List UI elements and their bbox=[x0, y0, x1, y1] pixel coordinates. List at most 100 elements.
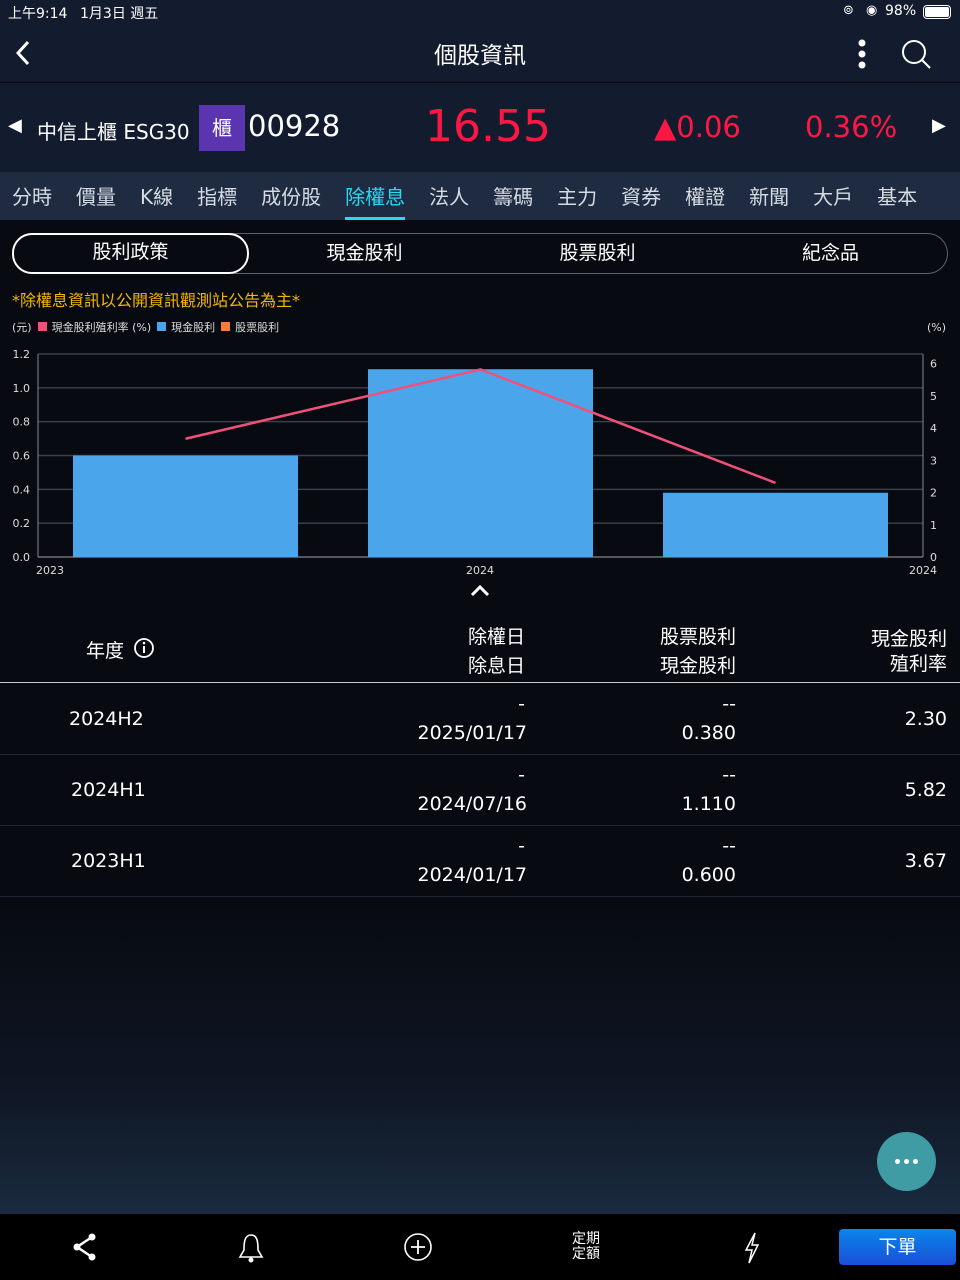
price-change: ▲0.06 bbox=[654, 110, 741, 144]
tab-basic[interactable]: 基本 bbox=[865, 172, 929, 220]
tab-price-volume[interactable]: 價量 bbox=[64, 172, 128, 220]
stock-price: 16.55 bbox=[425, 101, 551, 152]
cell-yield: 2.30 bbox=[904, 708, 947, 730]
y-tick-label-right: 1 bbox=[930, 519, 937, 532]
segment-cash-dividend[interactable]: 現金股利 bbox=[248, 234, 481, 273]
stock-code: 00928 bbox=[248, 109, 341, 143]
segment-stock-dividend[interactable]: 股票股利 bbox=[481, 234, 714, 273]
segment-souvenir[interactable]: 紀念品 bbox=[714, 234, 947, 273]
header-stock-dividend: 股票股利 bbox=[659, 626, 736, 648]
legend-item: 現金股利 bbox=[157, 319, 215, 335]
battery-icon bbox=[923, 5, 951, 19]
cell-stock-div: -- bbox=[722, 693, 736, 715]
tab-institutional[interactable]: 法人 bbox=[417, 172, 481, 220]
segmented-control: 股利政策 現金股利 股票股利 紀念品 bbox=[12, 233, 948, 274]
market-badge: 櫃 bbox=[199, 105, 245, 151]
y-tick-label-right: 3 bbox=[930, 454, 937, 467]
tab-constituents[interactable]: 成份股 bbox=[249, 172, 333, 220]
y-tick-label-right: 5 bbox=[930, 390, 937, 403]
cell-cash-div: 0.380 bbox=[681, 722, 736, 744]
tab-major-holders[interactable]: 大戶 bbox=[801, 172, 865, 220]
dividend-chart: 0.0 0.2 0.4 0.6 0.8 1.0 1.2 0 1 2 3 4 5 6 2023 2024 2024 bbox=[13, 348, 938, 577]
orientation-lock-icon: ◉ bbox=[866, 3, 878, 18]
cell-ex-div: 2025/01/17 bbox=[417, 722, 527, 744]
status-date: 1月3日 週五 bbox=[80, 6, 159, 22]
tab-kline[interactable]: K線 bbox=[128, 172, 185, 220]
next-stock-icon[interactable]: ▶ bbox=[932, 115, 946, 136]
cell-cash-div: 0.600 bbox=[681, 864, 736, 886]
bar-cash-dividend bbox=[73, 455, 298, 557]
cell-ex-div: 2024/07/16 bbox=[417, 793, 527, 815]
table-header: 年度 除權日 除息日 股票股利 現金股利 現金股利 殖利率 bbox=[0, 610, 960, 683]
page-title: 個股資訊 bbox=[434, 43, 526, 69]
cell-stock-div: -- bbox=[722, 764, 736, 786]
stock-name: 中信上櫃 ESG30 bbox=[37, 120, 190, 144]
share-icon[interactable] bbox=[70, 1232, 98, 1262]
status-time: 上午9:14 bbox=[8, 6, 68, 22]
y-tick-label-left: 0.2 bbox=[13, 517, 31, 530]
tab-chips[interactable]: 籌碼 bbox=[481, 172, 545, 220]
tab-warrants[interactable]: 權證 bbox=[673, 172, 737, 220]
table-row[interactable]: 2024H2 - 2025/01/17 -- 0.380 2.30 bbox=[0, 684, 960, 755]
header-year: 年度 bbox=[86, 640, 125, 662]
cell-ex-right: - bbox=[518, 835, 525, 857]
cell-stock-div: -- bbox=[722, 835, 736, 857]
left-axis-unit: (元) bbox=[12, 321, 32, 334]
disclaimer-note: *除權息資訊以公開資訊觀測站公告為主* bbox=[12, 291, 301, 310]
header-cash-dividend: 現金股利 bbox=[659, 655, 736, 677]
legend-label: 現金股利殖利率 (%) bbox=[51, 321, 152, 334]
app-header: 個股資訊 bbox=[0, 24, 960, 82]
y-tick-label-right: 2 bbox=[930, 487, 937, 500]
legend-item: 現金股利殖利率 (%) bbox=[37, 319, 152, 335]
prev-stock-icon[interactable]: ◀ bbox=[8, 115, 22, 136]
header-ex-right-date: 除權日 bbox=[467, 626, 525, 648]
right-axis-unit: (%) bbox=[926, 321, 946, 334]
add-circle-icon[interactable] bbox=[403, 1232, 433, 1262]
y-tick-label-right: 4 bbox=[930, 422, 937, 435]
lightning-icon[interactable] bbox=[740, 1231, 764, 1265]
regular-plan-button[interactable]: 定期 定額 bbox=[566, 1232, 606, 1262]
x-tick-label: 2024 bbox=[466, 564, 494, 577]
y-tick-label-right: 6 bbox=[930, 358, 937, 371]
bell-icon[interactable] bbox=[236, 1232, 266, 1264]
more-vertical-icon[interactable] bbox=[856, 38, 868, 70]
legend-label: 股票股利 bbox=[235, 321, 280, 334]
bottom-toolbar: 定期 定額 bbox=[0, 1214, 960, 1280]
search-icon[interactable] bbox=[900, 38, 932, 70]
more-actions-button[interactable] bbox=[877, 1132, 936, 1191]
cell-ex-right: - bbox=[518, 693, 525, 715]
link-icon: ⊚ bbox=[843, 3, 854, 18]
legend-label: 現金股利 bbox=[171, 321, 216, 334]
cell-cash-div: 1.110 bbox=[681, 793, 736, 815]
tab-fenshi[interactable]: 分時 bbox=[0, 172, 64, 220]
cell-yield: 5.82 bbox=[904, 779, 947, 801]
info-icon[interactable] bbox=[133, 637, 155, 659]
header-cash-yield: 現金股利 bbox=[870, 628, 947, 650]
tab-news[interactable]: 新聞 bbox=[737, 172, 801, 220]
status-bar: 上午9:14 1月3日 週五 ⊚ ◉ 98% bbox=[0, 0, 960, 24]
cell-ex-right: - bbox=[518, 764, 525, 786]
cell-year: 2023H1 bbox=[71, 850, 146, 872]
bar-cash-dividend bbox=[368, 369, 593, 557]
header-ex-div-date: 除息日 bbox=[467, 655, 525, 677]
place-order-button[interactable]: 下單 bbox=[839, 1229, 956, 1265]
price-change-pct: 0.36% bbox=[805, 110, 898, 144]
y-tick-label-left: 0.4 bbox=[13, 483, 31, 496]
segment-dividend-policy[interactable]: 股利政策 bbox=[12, 233, 249, 274]
table-row[interactable]: 2023H1 - 2024/01/17 -- 0.600 3.67 bbox=[0, 826, 960, 897]
cell-yield: 3.67 bbox=[904, 850, 947, 872]
tab-main-force[interactable]: 主力 bbox=[545, 172, 609, 220]
y-tick-label-right: 0 bbox=[930, 551, 937, 564]
y-tick-label-left: 0.8 bbox=[13, 416, 31, 429]
table-row[interactable]: 2024H1 - 2024/07/16 -- 1.110 5.82 bbox=[0, 755, 960, 826]
header-yield: 殖利率 bbox=[889, 653, 947, 675]
cell-year: 2024H2 bbox=[69, 708, 144, 730]
tab-indicators[interactable]: 指標 bbox=[185, 172, 249, 220]
cell-ex-div: 2024/01/17 bbox=[417, 864, 527, 886]
tab-ex-dividend[interactable]: 除權息 bbox=[333, 172, 417, 220]
x-tick-label: 2024 bbox=[909, 564, 937, 577]
collapse-chevron-icon[interactable] bbox=[468, 582, 492, 598]
tab-margin[interactable]: 資券 bbox=[609, 172, 673, 220]
y-tick-label-left: 1.2 bbox=[13, 348, 31, 361]
bar-cash-dividend bbox=[663, 492, 888, 557]
